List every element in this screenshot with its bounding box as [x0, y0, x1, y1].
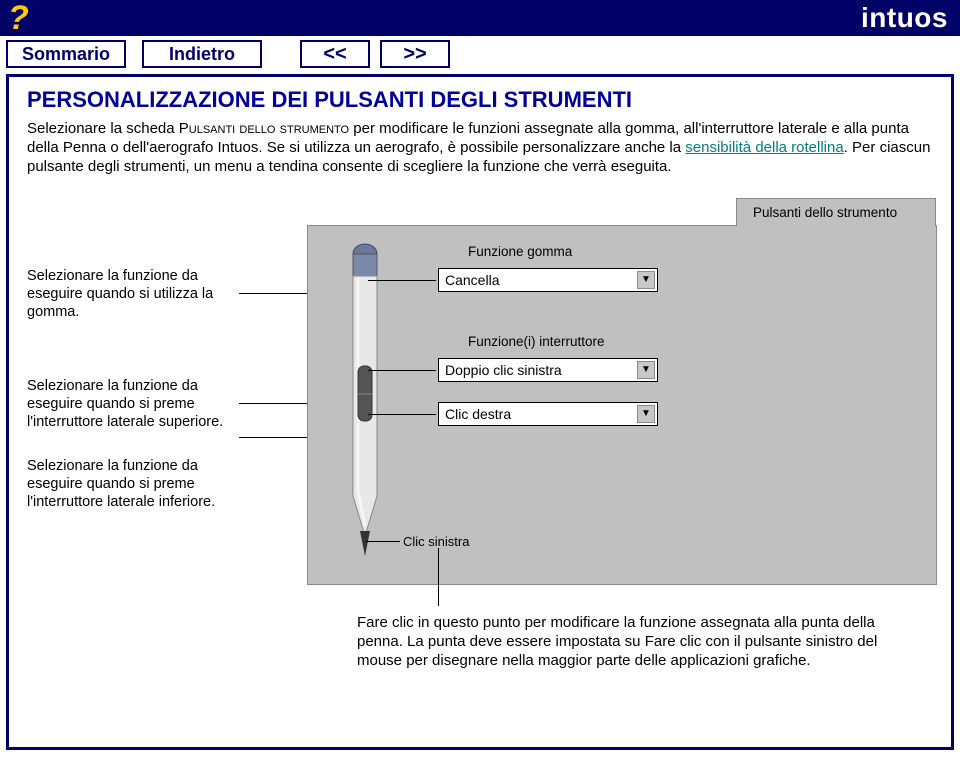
title-bar: ? intuos: [0, 0, 960, 36]
leader-line: [368, 370, 436, 371]
brand-logo: intuos: [861, 2, 948, 34]
dropdown-lower-switch[interactable]: Clic destra ▼: [438, 402, 658, 426]
leader-line: [366, 541, 400, 542]
leader-line: [368, 280, 436, 281]
prev-button[interactable]: <<: [300, 40, 370, 68]
dropdown-eraser-value: Cancella: [445, 272, 499, 288]
sensitivity-link[interactable]: sensibilità della rotellina: [685, 139, 843, 156]
label-eraser-function: Funzione gomma: [468, 244, 572, 259]
page-title: PERSONALIZZAZIONE DEI PULSANTI DEGLI STR…: [27, 87, 937, 113]
tip-function-label[interactable]: Clic sinistra: [403, 534, 469, 549]
diagram-area: Selezionare la funzione da eseguire quan…: [27, 195, 937, 705]
intro-paragraph: Selezionare la scheda Pulsanti dello str…: [27, 119, 937, 177]
intro-smallcaps: Pulsanti dello strumento: [179, 120, 349, 137]
next-button[interactable]: >>: [380, 40, 450, 68]
leader-line: [368, 414, 436, 415]
chevron-down-icon: ▼: [637, 361, 655, 379]
pen-illustration: [330, 236, 400, 576]
annotation-tip: Fare clic in questo punto per modificare…: [357, 613, 917, 671]
leader-line: [438, 548, 439, 606]
intro-text-1: Selezionare la scheda: [27, 120, 179, 137]
tab-tool-buttons[interactable]: Pulsanti dello strumento: [736, 198, 936, 226]
dropdown-eraser[interactable]: Cancella ▼: [438, 268, 658, 292]
chevron-down-icon: ▼: [637, 271, 655, 289]
help-icon[interactable]: ?: [0, 1, 29, 35]
dropdown-upper-value: Doppio clic sinistra: [445, 362, 562, 378]
dropdown-upper-switch[interactable]: Doppio clic sinistra ▼: [438, 358, 658, 382]
annotation-lower-switch: Selezionare la funzione da eseguire quan…: [27, 457, 237, 511]
annotation-upper-switch: Selezionare la funzione da eseguire quan…: [27, 377, 237, 431]
annotation-eraser: Selezionare la funzione da eseguire quan…: [27, 267, 237, 321]
back-button[interactable]: Indietro: [142, 40, 262, 68]
label-switch-function: Funzione(i) interruttore: [468, 334, 605, 349]
dropdown-lower-value: Clic destra: [445, 406, 511, 422]
content-frame: PERSONALIZZAZIONE DEI PULSANTI DEGLI STR…: [6, 74, 954, 750]
chevron-down-icon: ▼: [637, 405, 655, 423]
summary-button[interactable]: Sommario: [6, 40, 126, 68]
settings-panel: Pulsanti dello strumento: [307, 225, 937, 585]
nav-bar: Sommario Indietro << >>: [0, 36, 960, 74]
